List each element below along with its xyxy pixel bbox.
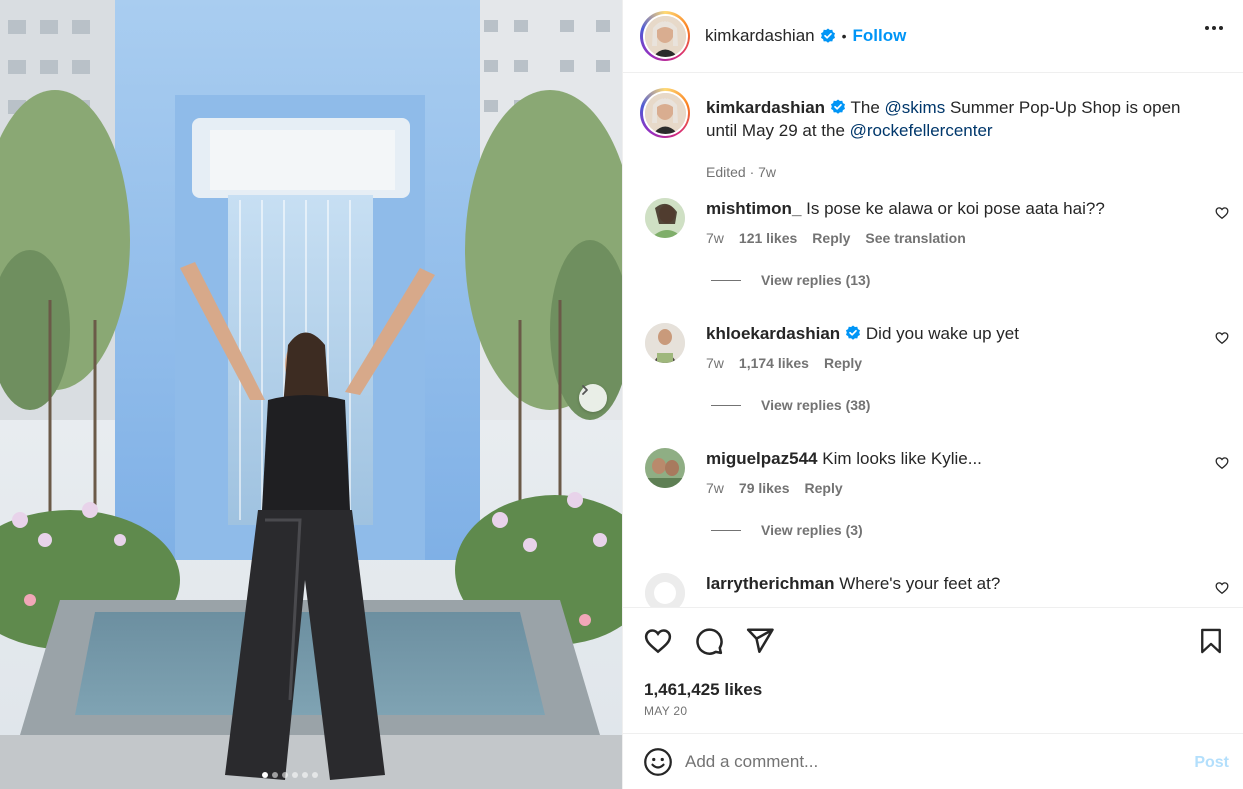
mention-link-skims[interactable]: @skims	[885, 98, 946, 117]
verified-icon	[820, 28, 835, 43]
commenter-username[interactable]: miguelpaz544	[706, 449, 818, 468]
likes-count[interactable]: 1,461,425 likes	[644, 680, 762, 700]
avatar-image	[644, 92, 686, 134]
like-button[interactable]	[643, 626, 673, 661]
comment-time: 7w	[706, 230, 724, 246]
comment-text: miguelpaz544 Kim looks like Kylie...	[706, 448, 982, 470]
carousel-dot	[282, 772, 288, 778]
comment-body: Did you wake up yet	[865, 324, 1019, 343]
heart-icon[interactable]	[1215, 206, 1229, 220]
more-options-icon[interactable]	[1205, 26, 1223, 30]
author-avatar[interactable]	[640, 11, 690, 61]
comment-likes[interactable]: 121 likes	[739, 230, 797, 246]
follow-button[interactable]: Follow	[853, 26, 907, 46]
reply-button[interactable]: Reply	[812, 230, 850, 246]
share-button[interactable]	[745, 626, 775, 661]
carousel-dot	[272, 772, 278, 778]
caption-author-avatar[interactable]	[640, 88, 690, 138]
avatar-image	[645, 198, 685, 238]
default-avatar-icon	[645, 573, 685, 607]
carousel-dot	[312, 772, 318, 778]
share-icon	[746, 628, 774, 653]
comments-section[interactable]: kimkardashian The @skims Summer Pop-Up S…	[623, 74, 1243, 607]
post-actions: 1,461,425 likes MAY 20	[623, 607, 1243, 732]
carousel-next-button[interactable]	[579, 384, 607, 412]
comment-meta: 7w 1,174 likes Reply	[706, 355, 862, 371]
comment-body: Is pose ke alawa or koi pose aata hai??	[806, 199, 1105, 218]
view-replies-button[interactable]: View replies (38)	[711, 397, 870, 413]
view-replies-label: View replies (38)	[761, 397, 871, 413]
verified-icon	[846, 325, 861, 340]
author-username[interactable]: kimkardashian	[705, 26, 815, 46]
carousel-dot	[302, 772, 308, 778]
comment-likes[interactable]: 1,174 likes	[739, 355, 809, 371]
reply-button[interactable]: Reply	[824, 355, 862, 371]
view-replies-label: View replies (3)	[761, 522, 863, 538]
comment-button[interactable]	[694, 626, 724, 661]
heart-icon[interactable]	[1215, 331, 1229, 345]
caption-username[interactable]: kimkardashian	[706, 98, 825, 117]
commenter-avatar[interactable]	[645, 573, 685, 607]
carousel-dot	[292, 772, 298, 778]
comment-body: Where's your feet at?	[839, 574, 1001, 593]
comment-input[interactable]	[685, 751, 1165, 772]
commenter-avatar[interactable]	[645, 323, 685, 363]
verified-icon	[831, 99, 846, 114]
commenter-username[interactable]: mishtimon_	[706, 199, 801, 218]
post-side-panel: kimkardashian • Follow kimkardashian The…	[622, 0, 1243, 789]
reply-button[interactable]: Reply	[805, 480, 843, 496]
carousel-dot	[262, 772, 268, 778]
avatar-image	[645, 448, 685, 488]
commenter-username[interactable]: larrytherichman	[706, 574, 835, 593]
header-separator: •	[841, 28, 847, 44]
caption-text-start: The	[850, 98, 885, 117]
view-replies-button[interactable]: View replies (13)	[711, 272, 870, 288]
avatar-image	[645, 323, 685, 363]
add-comment-bar: Post	[623, 733, 1243, 789]
commenter-username[interactable]: khloekardashian	[706, 324, 840, 343]
carousel-dots	[262, 772, 318, 778]
comment-body: Kim looks like Kylie...	[822, 449, 982, 468]
commenter-avatar[interactable]	[645, 448, 685, 488]
comment-text: larrytherichman Where's your feet at?	[706, 573, 1000, 595]
post-date[interactable]: MAY 20	[644, 704, 687, 718]
heart-icon[interactable]	[1215, 581, 1229, 595]
emoji-icon[interactable]	[643, 747, 673, 777]
comment-likes[interactable]: 79 likes	[739, 480, 790, 496]
bookmark-icon	[1201, 628, 1221, 654]
post-header: kimkardashian • Follow	[623, 0, 1243, 73]
heart-icon	[644, 629, 672, 654]
comment-text: khloekardashian Did you wake up yet	[706, 323, 1019, 345]
caption-text: kimkardashian The @skims Summer Pop-Up S…	[706, 96, 1216, 142]
comment-icon	[696, 628, 723, 655]
heart-icon[interactable]	[1215, 456, 1229, 470]
comment-meta: 7w 121 likes Reply See translation	[706, 230, 966, 246]
comment-time: 7w	[706, 355, 724, 371]
save-button[interactable]	[1197, 626, 1225, 661]
comment-time: 7w	[706, 480, 724, 496]
post-photo	[0, 0, 622, 789]
see-translation-button[interactable]: See translation	[865, 230, 965, 246]
comment-text: mishtimon_ Is pose ke alawa or koi pose …	[706, 198, 1105, 220]
caption-meta: Edited · 7w	[706, 164, 777, 180]
view-replies-label: View replies (13)	[761, 272, 871, 288]
view-replies-button[interactable]: View replies (3)	[711, 522, 863, 538]
commenter-avatar[interactable]	[645, 198, 685, 238]
mention-link-rockefellercenter[interactable]: @rockefellercenter	[850, 121, 993, 140]
post-media[interactable]	[0, 0, 622, 789]
comment-meta: 7w 79 likes Reply	[706, 480, 843, 496]
avatar-image	[644, 15, 686, 57]
post-comment-button[interactable]: Post	[1194, 754, 1229, 772]
chevron-right-icon	[582, 385, 588, 395]
